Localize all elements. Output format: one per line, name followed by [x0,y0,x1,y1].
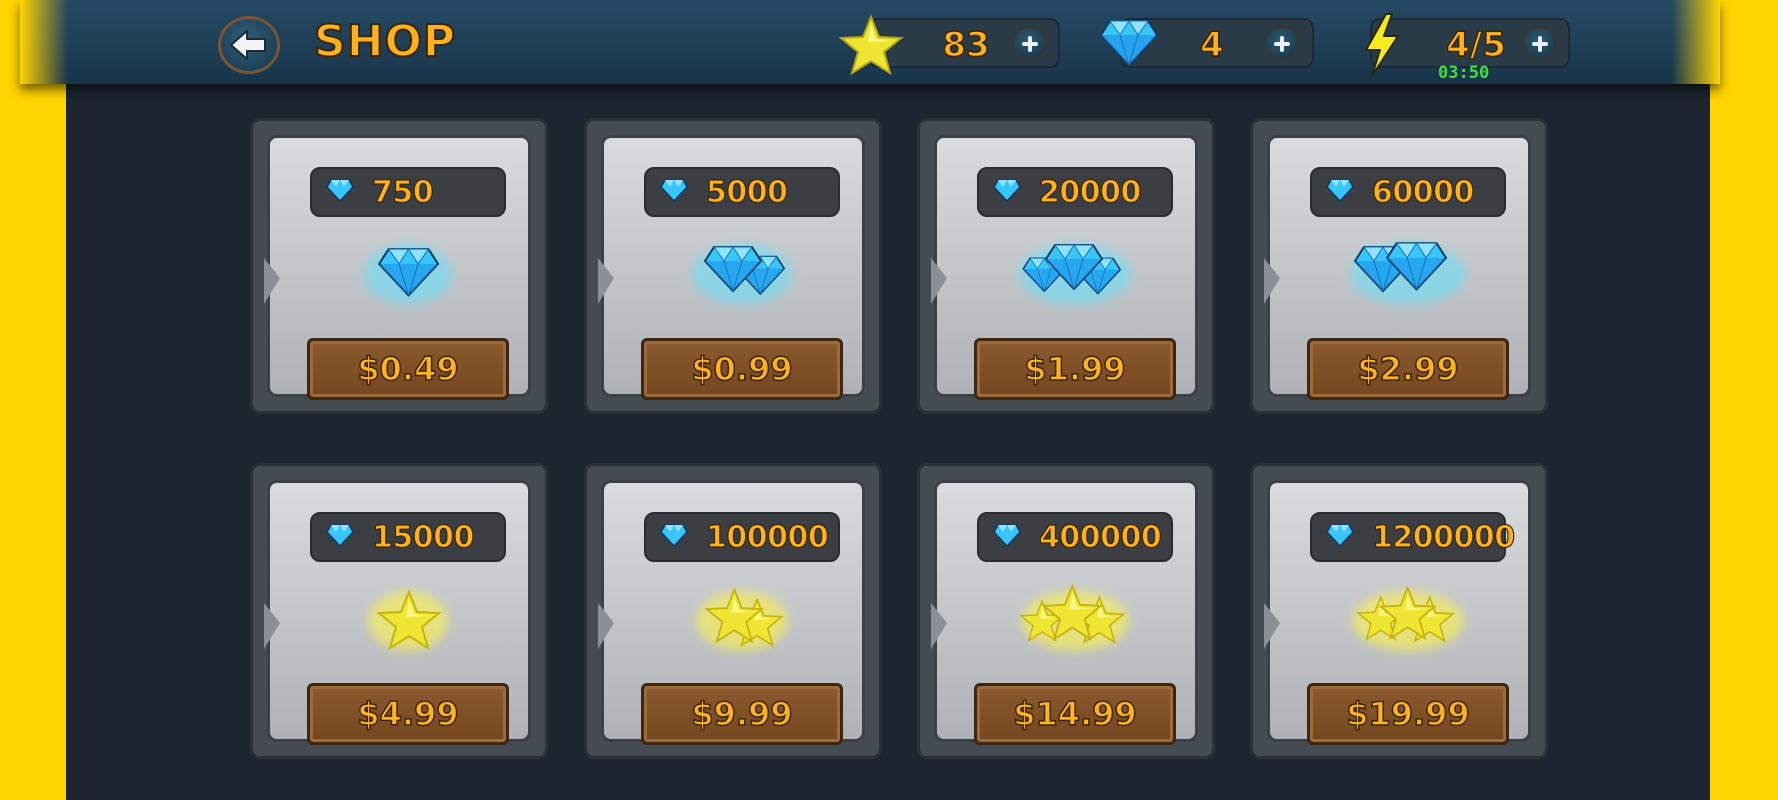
gem-icon [993,524,1021,548]
price-label: $4.99 [357,694,460,734]
amount-badge: 100000 [644,512,840,562]
amount-badge: 5000 [644,167,840,217]
add-energy-button[interactable] [1522,26,1558,60]
amount-value: 100000 [705,519,829,555]
price-label: $9.99 [691,694,794,734]
amount-value: 1200000 [1371,519,1515,555]
gem-icon [326,524,354,548]
price-label: $0.99 [691,349,794,389]
gem-pair-icon [692,244,792,304]
price-label: $1.99 [1024,349,1127,389]
card-panel: 20000 $1.99 [931,135,1198,400]
star-stack-icon [1352,585,1464,651]
gem-stack-icon [1350,242,1466,304]
amount-badge: 400000 [977,512,1173,562]
energy-timer: 03:50 [1438,63,1490,83]
gem-icon [364,244,452,304]
energy-value: 4/5 [1445,25,1506,65]
buy-button[interactable]: $9.99 [641,683,843,745]
card-panel: 400000 $14.99 [931,480,1198,745]
product-card[interactable]: 1200000 $19.99 [1250,463,1548,759]
amount-value: 5000 [705,174,788,210]
product-card[interactable]: 100000 $9.99 [584,463,882,759]
star-icon [368,589,448,651]
amount-value: 15000 [371,519,475,555]
price-label: $14.99 [1013,694,1138,734]
gem-icon [993,179,1021,203]
page-title: SHOP [313,16,457,68]
product-card[interactable]: 60000 $2.99 [1250,118,1548,414]
amount-badge: 20000 [977,167,1173,217]
gem-icon [660,179,688,203]
star-icon [838,14,904,76]
amount-value: 400000 [1038,519,1162,555]
amount-value: 20000 [1038,174,1142,210]
add-stars-button[interactable] [1012,26,1048,60]
buy-button[interactable]: $1.99 [974,338,1176,400]
gem-icon [326,179,354,203]
price-label: $2.99 [1357,349,1460,389]
gem-icon [1099,20,1159,67]
price-label: $19.99 [1346,694,1471,734]
product-card[interactable]: 15000 $4.99 [250,463,548,759]
card-panel: 5000 $0.99 [598,135,865,400]
product-card[interactable]: 20000 $1.99 [917,118,1215,414]
amount-badge: 60000 [1310,167,1506,217]
gem-icon [1326,179,1354,203]
gem-icon [1326,524,1354,548]
gems-value: 4 [1199,25,1224,65]
amount-badge: 750 [310,167,506,217]
amount-badge: 15000 [310,512,506,562]
gem-icon [660,524,688,548]
star-pair-icon [696,587,788,651]
product-card[interactable]: 5000 $0.99 [584,118,882,414]
buy-button[interactable]: $4.99 [307,683,509,745]
buy-button[interactable]: $19.99 [1307,683,1509,745]
star-pile-icon [1019,583,1129,651]
buy-button[interactable]: $0.99 [641,338,843,400]
card-panel: 750 $0.49 [264,135,531,400]
product-card[interactable]: 750 $0.49 [250,118,548,414]
stars-value: 83 [942,25,991,65]
add-gems-button[interactable] [1264,26,1300,60]
back-button[interactable] [218,16,280,74]
buy-button[interactable]: $2.99 [1307,338,1509,400]
card-panel: 1200000 $19.99 [1264,480,1531,745]
back-arrow-icon [230,30,266,60]
price-label: $0.49 [357,349,460,389]
buy-button[interactable]: $0.49 [307,338,509,400]
lightning-icon [1365,13,1399,77]
amount-value: 60000 [1371,174,1475,210]
amount-badge: 1200000 [1310,512,1516,562]
amount-value: 750 [371,174,434,210]
product-card[interactable]: 400000 $14.99 [917,463,1215,759]
card-panel: 15000 $4.99 [264,480,531,745]
gem-pile-icon [1019,244,1131,304]
buy-button[interactable]: $14.99 [974,683,1176,745]
card-panel: 100000 $9.99 [598,480,865,745]
card-panel: 60000 $2.99 [1264,135,1531,400]
